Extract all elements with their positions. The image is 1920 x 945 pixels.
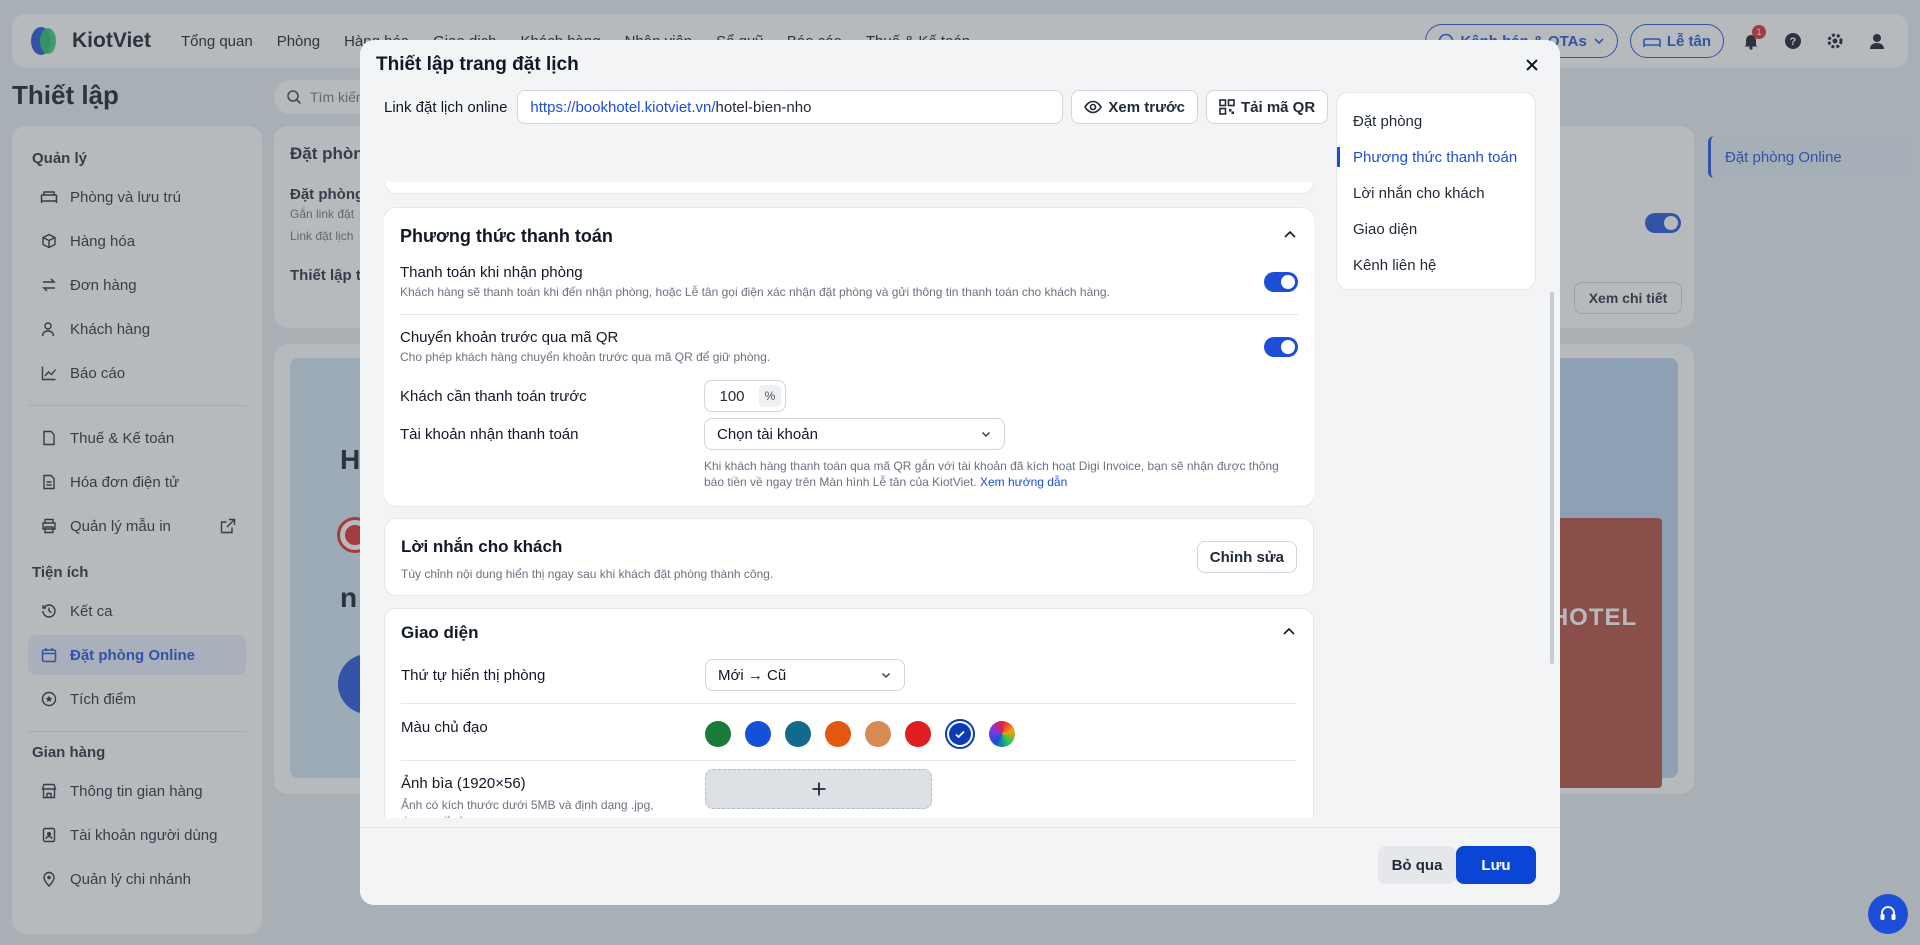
payment-account-label: Tài khoản nhận thanh toán bbox=[400, 426, 579, 443]
theme-color-swatch[interactable] bbox=[785, 721, 811, 747]
close-icon bbox=[1525, 58, 1539, 72]
theme-color-swatch[interactable] bbox=[825, 721, 851, 747]
theme-color-swatch[interactable] bbox=[865, 721, 891, 747]
section-navigation: Đặt phòng Phương thức thanh toán Lời nhắ… bbox=[1336, 92, 1536, 290]
theme-color-swatches bbox=[705, 719, 1015, 749]
theme-color-label: Màu chủ đạo bbox=[401, 719, 488, 736]
modal-scroll-area[interactable]: Phương thức thanh toán Thanh toán khi nh… bbox=[384, 182, 1314, 818]
download-qr-label: Tải mã QR bbox=[1240, 98, 1316, 116]
preview-button[interactable]: Xem trước bbox=[1071, 90, 1198, 124]
edit-message-button[interactable]: Chỉnh sửa bbox=[1196, 541, 1297, 573]
eye-icon bbox=[1084, 100, 1103, 114]
plus-icon bbox=[811, 781, 827, 797]
pay-on-checkin-option: Thanh toán khi nhận phòng Khách hàng sẽ … bbox=[400, 264, 1298, 299]
percent-unit: % bbox=[759, 385, 781, 407]
cover-image-label: Ảnh bìa (1920×56) bbox=[401, 775, 526, 792]
booking-link-field[interactable]: https://bookhotel.kiotviet.vn/ hotel-bie… bbox=[517, 90, 1064, 124]
divider bbox=[401, 760, 1297, 761]
toc-item-appearance[interactable]: Giao diện bbox=[1337, 211, 1535, 247]
modal-scrollbar[interactable] bbox=[1550, 292, 1554, 664]
check-icon bbox=[949, 723, 971, 745]
theme-color-swatch-selected[interactable] bbox=[945, 719, 975, 749]
booking-section-card-bottom bbox=[384, 182, 1314, 194]
qr-transfer-desc: Cho phép khách hàng chuyển khoản trước q… bbox=[400, 350, 771, 364]
modal-header: Thiết lập trang đặt lịch bbox=[360, 40, 1560, 90]
close-button[interactable] bbox=[1520, 53, 1544, 77]
support-chat-button[interactable] bbox=[1868, 894, 1908, 934]
divider bbox=[401, 703, 1297, 704]
room-order-label: Thứ tự hiển thị phòng bbox=[401, 667, 546, 684]
pay-on-checkin-desc: Khách hàng sẽ thanh toán khi đến nhận ph… bbox=[400, 285, 1110, 299]
modal-footer: Bỏ qua Lưu bbox=[360, 827, 1560, 905]
guest-message-desc: Tùy chỉnh nội dung hiển thị ngay sau khi… bbox=[401, 567, 774, 581]
prepay-label: Khách cần thanh toán trước bbox=[400, 388, 587, 405]
booking-link-base: https://bookhotel.kiotviet.vn/ bbox=[530, 98, 716, 116]
payment-account-note: Khi khách hàng thanh toán qua mã QR gắn … bbox=[704, 458, 1284, 490]
toc-item-message[interactable]: Lời nhắn cho khách bbox=[1337, 175, 1535, 211]
download-qr-button[interactable]: Tải mã QR bbox=[1205, 90, 1329, 124]
toc-item-payment[interactable]: Phương thức thanh toán bbox=[1337, 139, 1535, 175]
appearance-title: Giao diện bbox=[401, 623, 479, 642]
payment-method-title: Phương thức thanh toán bbox=[400, 226, 613, 246]
prepay-percent-input[interactable]: 100 % bbox=[704, 380, 786, 412]
qr-transfer-title: Chuyển khoản trước qua mã QR bbox=[400, 329, 619, 346]
divider bbox=[400, 314, 1298, 315]
cover-image-desc: Ảnh có kích thước dưới 5MB và định dạng … bbox=[401, 798, 654, 818]
guide-link[interactable]: Xem hướng dẫn bbox=[980, 475, 1067, 489]
payment-account-placeholder: Chọn tài khoản bbox=[717, 425, 818, 443]
theme-color-swatch[interactable] bbox=[745, 721, 771, 747]
qr-transfer-option: Chuyển khoản trước qua mã QR Cho phép kh… bbox=[400, 329, 1298, 364]
booking-link-label: Link đặt lịch online bbox=[384, 98, 508, 116]
guest-message-title: Lời nhắn cho khách bbox=[401, 537, 563, 556]
toc-item-contact[interactable]: Kênh liên hệ bbox=[1337, 247, 1535, 283]
headset-icon bbox=[1878, 904, 1898, 924]
chevron-up-icon[interactable] bbox=[1282, 226, 1298, 242]
modal-title: Thiết lập trang đặt lịch bbox=[376, 54, 579, 75]
payment-method-card: Phương thức thanh toán Thanh toán khi nh… bbox=[384, 208, 1314, 506]
cover-image-upload[interactable] bbox=[705, 769, 932, 809]
booking-page-settings-modal: Thiết lập trang đặt lịch Link đặt lịch o… bbox=[360, 40, 1560, 905]
appearance-card: Giao diện Thứ tự hiển thị phòng Mới → Cũ… bbox=[384, 608, 1314, 818]
chevron-up-icon[interactable] bbox=[1281, 623, 1297, 639]
theme-color-swatch[interactable] bbox=[705, 721, 731, 747]
pay-on-checkin-title: Thanh toán khi nhận phòng bbox=[400, 264, 583, 281]
pay-on-checkin-toggle[interactable] bbox=[1264, 272, 1298, 292]
qr-transfer-toggle[interactable] bbox=[1264, 337, 1298, 357]
payment-account-select[interactable]: Chọn tài khoản bbox=[704, 418, 1005, 450]
theme-color-swatch[interactable] bbox=[905, 721, 931, 747]
save-button[interactable]: Lưu bbox=[1456, 846, 1536, 884]
room-order-value: Mới → Cũ bbox=[718, 666, 787, 684]
qr-code-icon bbox=[1219, 99, 1235, 115]
prepay-percent-value: 100 bbox=[719, 387, 745, 405]
booking-link-slug: hotel-bien-nho bbox=[715, 98, 812, 116]
toc-item-booking[interactable]: Đặt phòng bbox=[1337, 103, 1535, 139]
skip-button[interactable]: Bỏ qua bbox=[1378, 846, 1456, 884]
chevron-down-icon bbox=[980, 428, 992, 440]
custom-color-picker[interactable] bbox=[989, 721, 1015, 747]
room-order-select[interactable]: Mới → Cũ bbox=[705, 659, 905, 691]
booking-link-row: Link đặt lịch online https://bookhotel.k… bbox=[384, 90, 1329, 124]
preview-button-label: Xem trước bbox=[1108, 98, 1185, 116]
chevron-down-icon bbox=[880, 669, 892, 681]
guest-message-card: Lời nhắn cho khách Tùy chỉnh nội dung hi… bbox=[384, 518, 1314, 596]
